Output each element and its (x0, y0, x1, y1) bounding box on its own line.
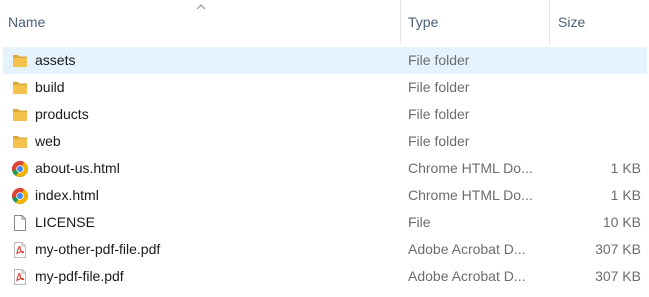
folder-icon (13, 109, 27, 121)
list-item[interactable]: LICENSE File 10 KB (0, 209, 649, 236)
file-type: File folder (408, 106, 470, 122)
column-header-type[interactable]: Type (408, 0, 548, 44)
pdf-icon (14, 269, 26, 285)
chrome-icon (12, 161, 28, 177)
file-type: File folder (408, 52, 470, 68)
file-size: 307 KB (595, 241, 641, 257)
file-type: File folder (408, 79, 470, 95)
file-type: Chrome HTML Do... (408, 187, 533, 203)
file-size: 307 KB (595, 268, 641, 284)
file-name: my-other-pdf-file.pdf (35, 241, 161, 257)
file-type: Adobe Acrobat D... (408, 268, 526, 284)
file-name: my-pdf-file.pdf (35, 268, 124, 284)
folder-icon (13, 82, 27, 94)
file-name: index.html (35, 187, 99, 203)
list-item[interactable]: index.html Chrome HTML Do... 1 KB (0, 182, 649, 209)
file-list: assets File folder build File folder pro… (0, 47, 649, 290)
file-type: File folder (408, 133, 470, 149)
file-name: assets (35, 52, 76, 68)
folder-icon (13, 55, 27, 67)
column-header-size[interactable]: Size (558, 0, 648, 44)
list-item[interactable]: web File folder (0, 128, 649, 155)
file-name: build (35, 79, 65, 95)
chrome-icon (12, 188, 28, 204)
list-item[interactable]: assets File folder (0, 47, 649, 74)
list-item[interactable]: build File folder (0, 74, 649, 101)
blank-file-icon (14, 215, 26, 231)
file-size: 10 KB (602, 214, 641, 230)
column-header-bar: Name Type Size (0, 0, 649, 44)
pdf-icon (14, 242, 26, 258)
list-item[interactable]: my-pdf-file.pdf Adobe Acrobat D... 307 K… (0, 263, 649, 290)
folder-icon (13, 136, 27, 148)
file-name: LICENSE (35, 214, 95, 230)
file-name: products (35, 106, 89, 122)
file-size: 1 KB (610, 160, 641, 176)
file-type: File (408, 214, 431, 230)
list-item[interactable]: about-us.html Chrome HTML Do... 1 KB (0, 155, 649, 182)
file-name: about-us.html (35, 160, 120, 176)
file-type: Adobe Acrobat D... (408, 241, 526, 257)
column-divider[interactable] (549, 0, 550, 44)
file-type: Chrome HTML Do... (408, 160, 533, 176)
file-size: 1 KB (610, 187, 641, 203)
list-item[interactable]: products File folder (0, 101, 649, 128)
list-item[interactable]: my-other-pdf-file.pdf Adobe Acrobat D...… (0, 236, 649, 263)
selection-highlight (3, 47, 647, 74)
column-divider[interactable] (400, 0, 401, 44)
column-header-name[interactable]: Name (8, 0, 398, 44)
file-name: web (35, 133, 61, 149)
